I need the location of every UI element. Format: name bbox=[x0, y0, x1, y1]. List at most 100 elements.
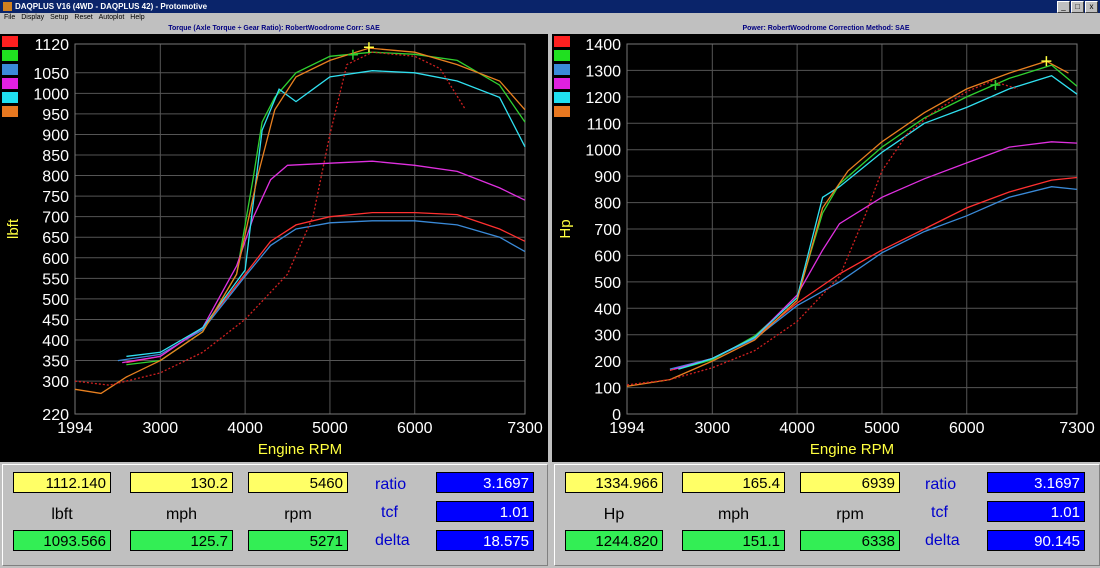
y-tick-label: 950 bbox=[42, 107, 69, 124]
cursor-marker-2 bbox=[347, 49, 358, 60]
torque-cursor-value: 1093.566 bbox=[13, 530, 111, 551]
y-axis-label: Hp bbox=[557, 219, 574, 238]
cursor-marker-1 bbox=[1041, 56, 1052, 67]
mph-cursor-value: 151.1 bbox=[682, 530, 785, 551]
x-tick-label: 4000 bbox=[227, 420, 263, 437]
chart-title: Torque (Axle Torque ÷ Gear Ratio): Rober… bbox=[0, 24, 548, 34]
menu-reset[interactable]: Reset bbox=[74, 13, 92, 23]
mph-peak-value: 165.4 bbox=[682, 472, 785, 493]
series-line-2 bbox=[126, 51, 526, 366]
rpm-peak-value: 6939 bbox=[800, 472, 900, 493]
unit-label: Hp bbox=[603, 506, 625, 523]
torque-readout-panel: 1112.140 130.2 5460 lbft mph rpm 1093.56… bbox=[2, 464, 548, 566]
x-tick-label: 7300 bbox=[1059, 420, 1095, 437]
y-tick-label: 1000 bbox=[33, 86, 69, 103]
x-tick-label: 1994 bbox=[609, 420, 645, 437]
y-tick-label: 750 bbox=[42, 189, 69, 206]
series-line-3 bbox=[669, 186, 1078, 370]
legend-swatch bbox=[554, 36, 570, 47]
delta-label: delta bbox=[925, 532, 960, 549]
torque-chart[interactable]: 2203003504004505005506006507007508008509… bbox=[0, 34, 548, 462]
y-tick-label: 850 bbox=[42, 148, 69, 165]
ratio-value: 3.1697 bbox=[436, 472, 534, 493]
ratio-label: ratio bbox=[925, 476, 957, 493]
legend-swatch bbox=[2, 78, 18, 89]
menu-file[interactable]: File bbox=[4, 13, 15, 23]
legend-swatch bbox=[2, 92, 18, 103]
menu-setup[interactable]: Setup bbox=[50, 13, 68, 23]
legend-swatch bbox=[2, 36, 18, 47]
tcf-value: 1.01 bbox=[436, 501, 534, 522]
y-axis-label: lbft bbox=[5, 218, 22, 239]
unit-label: mph bbox=[717, 506, 750, 523]
power-peak-value: 1334.966 bbox=[565, 472, 663, 493]
unit-label: lbft bbox=[51, 506, 73, 523]
menu-display[interactable]: Display bbox=[21, 13, 44, 23]
y-tick-label: 500 bbox=[42, 292, 69, 309]
x-tick-label: 1994 bbox=[57, 420, 93, 437]
y-tick-label: 600 bbox=[42, 251, 69, 268]
y-tick-label: 900 bbox=[594, 169, 621, 186]
y-tick-label: 1100 bbox=[587, 116, 622, 133]
title-bar: DAQPLUS V16 (4WD - DAQPLUS 42) - Protomo… bbox=[0, 0, 1100, 13]
legend-swatch bbox=[554, 64, 570, 75]
tcf-value: 1.01 bbox=[987, 501, 1085, 522]
unit-label: mph bbox=[165, 506, 198, 523]
tcf-label: tcf bbox=[931, 504, 948, 521]
delta-value: 18.575 bbox=[436, 530, 534, 551]
tcf-label: tcf bbox=[381, 504, 398, 521]
y-tick-label: 1400 bbox=[585, 37, 621, 54]
menu-help[interactable]: Help bbox=[130, 13, 144, 23]
legend-swatch bbox=[2, 106, 18, 117]
window-title: DAQPLUS V16 (4WD - DAQPLUS 42) - Protomo… bbox=[15, 2, 208, 11]
maximize-button[interactable]: □ bbox=[1071, 1, 1084, 13]
y-tick-label: 550 bbox=[42, 271, 69, 288]
power-readout-panel: 1334.966 165.4 6939 Hp mph rpm 1244.820 … bbox=[554, 464, 1100, 566]
y-tick-label: 900 bbox=[42, 127, 69, 144]
chart-title: Power: RobertWoodrome Correction Method:… bbox=[552, 24, 1100, 34]
legend-swatch bbox=[554, 92, 570, 103]
y-tick-label: 600 bbox=[594, 248, 621, 265]
mph-cursor-value: 125.7 bbox=[130, 530, 233, 551]
y-tick-label: 800 bbox=[594, 196, 621, 213]
x-axis-label: Engine RPM bbox=[258, 441, 342, 458]
close-button[interactable]: x bbox=[1085, 1, 1098, 13]
y-tick-label: 300 bbox=[594, 328, 621, 345]
series-line-4 bbox=[122, 160, 526, 364]
ratio-value: 3.1697 bbox=[987, 472, 1085, 493]
series-line-7 bbox=[74, 51, 467, 386]
x-tick-label: 6000 bbox=[397, 420, 433, 437]
unit-label: rpm bbox=[836, 506, 864, 523]
power-cursor-value: 1244.820 bbox=[565, 530, 663, 551]
power-chart[interactable]: 0100200300400500600700800900100011001200… bbox=[552, 34, 1100, 462]
y-tick-label: 700 bbox=[594, 222, 621, 239]
series-line-5 bbox=[678, 74, 1078, 370]
y-tick-label: 1200 bbox=[585, 90, 621, 107]
y-tick-label: 700 bbox=[42, 210, 69, 227]
y-tick-label: 400 bbox=[594, 301, 621, 318]
x-tick-label: 4000 bbox=[779, 420, 815, 437]
rpm-cursor-value: 6338 bbox=[800, 530, 900, 551]
rpm-cursor-value: 5271 bbox=[248, 530, 348, 551]
ratio-label: ratio bbox=[375, 476, 407, 493]
y-tick-label: 400 bbox=[42, 333, 69, 350]
menu-bar: File Display Setup Reset Autoplot Help bbox=[0, 13, 1100, 23]
legend-swatch bbox=[2, 64, 18, 75]
mph-peak-value: 130.2 bbox=[130, 472, 233, 493]
menu-autoplot[interactable]: Autoplot bbox=[99, 13, 125, 23]
series-line-1 bbox=[669, 176, 1078, 372]
plot-area-border bbox=[74, 43, 526, 415]
power-chart-panel: Power: RobertWoodrome Correction Method:… bbox=[552, 24, 1100, 462]
x-tick-label: 3000 bbox=[695, 420, 731, 437]
series-line-6 bbox=[74, 47, 526, 395]
x-tick-label: 6000 bbox=[949, 420, 985, 437]
app-icon bbox=[3, 2, 12, 11]
torque-peak-value: 1112.140 bbox=[13, 472, 111, 493]
minimize-button[interactable]: _ bbox=[1057, 1, 1070, 13]
legend-swatch bbox=[2, 50, 18, 61]
delta-label: delta bbox=[375, 532, 410, 549]
series-line-6 bbox=[626, 60, 1069, 387]
series-line-2 bbox=[678, 64, 1078, 370]
y-tick-label: 1300 bbox=[585, 63, 621, 80]
series-line-7 bbox=[626, 80, 1018, 386]
